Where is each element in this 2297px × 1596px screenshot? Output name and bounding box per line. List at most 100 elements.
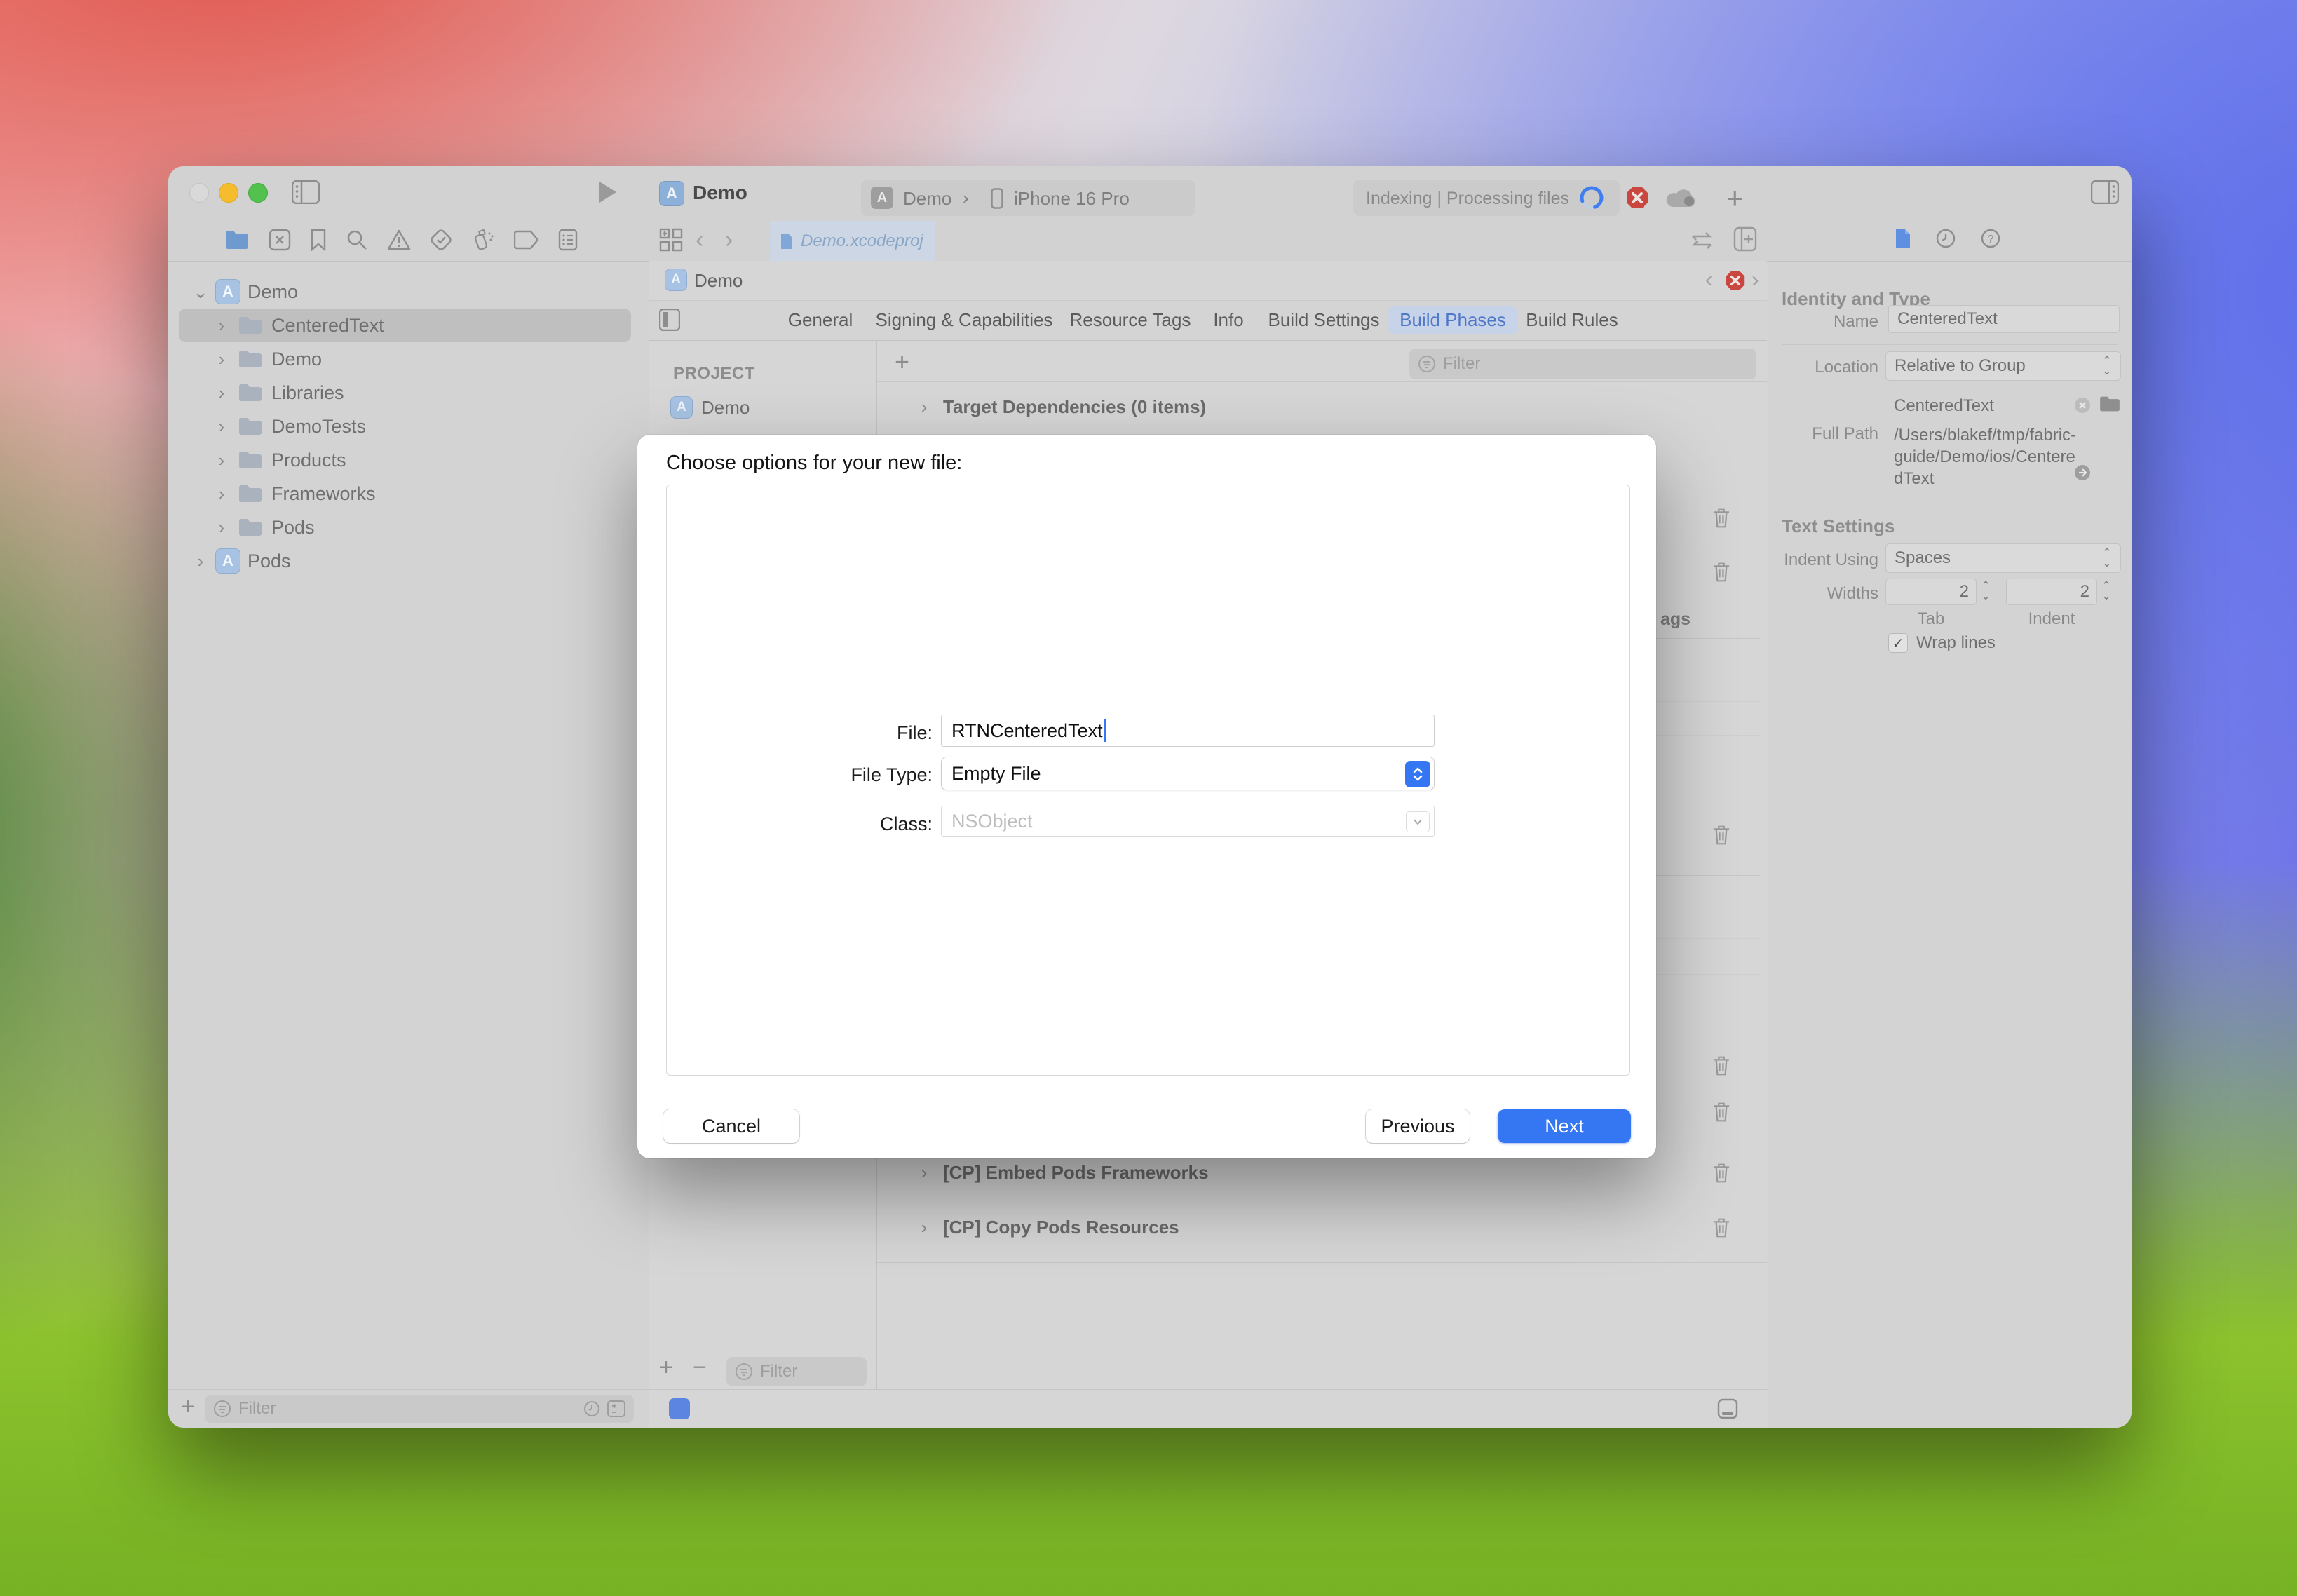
navigator-tab-issues-icon[interactable] <box>387 229 411 251</box>
wrap-lines-checkbox[interactable]: ✓ <box>1888 633 1908 653</box>
targets-filter-field[interactable]: Filter <box>726 1357 867 1386</box>
clear-location-icon[interactable] <box>2073 396 2092 414</box>
navigator-tab-bookmarks-icon[interactable] <box>310 229 327 251</box>
disclosure-icon[interactable]: › <box>191 550 210 572</box>
phase-target-dependencies[interactable]: › Target Dependencies (0 items) <box>915 396 1206 418</box>
choose-folder-icon[interactable] <box>2099 395 2121 413</box>
navigator-tab-files-icon[interactable] <box>224 229 250 251</box>
tab-width-stepper[interactable]: ⌃⌄ <box>1981 581 1991 601</box>
delete-phase-icon[interactable] <box>1711 507 1732 529</box>
location-popup[interactable]: Relative to Group ⌃⌄ <box>1885 351 2121 381</box>
navigator-tab-breakpoints-icon[interactable] <box>514 230 539 250</box>
remove-target-minus-icon[interactable]: − <box>693 1354 707 1381</box>
disclosure-icon[interactable]: ⌄ <box>191 281 210 303</box>
recent-files-clock-icon[interactable] <box>583 1400 600 1417</box>
sidebar-item-libraries[interactable]: › Libraries <box>212 376 344 410</box>
disclosure-icon[interactable]: › <box>915 396 933 418</box>
file-name-input[interactable]: RTNCenteredText <box>941 715 1435 747</box>
sidebar-item-pods-group[interactable]: › Pods <box>212 510 315 544</box>
swap-editors-icon[interactable] <box>1688 231 1715 250</box>
delete-phase-icon[interactable] <box>1711 824 1732 846</box>
add-item-plus-icon[interactable]: + <box>181 1393 195 1421</box>
jumpbar-title[interactable]: Demo <box>694 270 743 292</box>
jumpbar-error-badge-icon[interactable] <box>1725 270 1746 291</box>
editor-sidebar-toggle-icon[interactable] <box>659 309 680 331</box>
sidebar-toggle-icon[interactable] <box>292 180 320 204</box>
sidebar-item-demo-group[interactable]: › Demo <box>212 342 322 376</box>
file-type-popup[interactable]: Empty File <box>941 757 1435 790</box>
error-badge-icon[interactable] <box>1625 186 1649 210</box>
navigator-tab-sourcecontrol-icon[interactable] <box>269 229 291 251</box>
forward-chevron-icon[interactable]: › <box>725 226 733 254</box>
adjust-editor-icon[interactable] <box>1717 1398 1738 1419</box>
next-button[interactable]: Next <box>1498 1109 1631 1143</box>
tab-signing-capabilities[interactable]: Signing & Capabilities <box>876 309 1053 331</box>
delete-phase-icon[interactable] <box>1711 561 1732 583</box>
sidebar-item-products[interactable]: › Products <box>212 443 346 477</box>
zoom-button[interactable] <box>248 183 268 203</box>
sidebar-item-demo-project[interactable]: ⌄ A Demo <box>191 275 298 309</box>
tab-general[interactable]: General <box>788 309 853 331</box>
scheme-selector[interactable]: A Demo › iPhone 16 Pro <box>861 180 1195 216</box>
navigator-tab-tests-icon[interactable] <box>430 229 452 251</box>
sidebar-item-frameworks[interactable]: › Frameworks <box>212 477 376 510</box>
phase-copy-pods[interactable]: › [CP] Copy Pods Resources <box>915 1217 1179 1238</box>
navigator-tab-reports-icon[interactable] <box>558 229 578 251</box>
phase-embed-pods[interactable]: › [CP] Embed Pods Frameworks <box>915 1162 1209 1184</box>
jumpbar-forward-icon[interactable]: › <box>1751 266 1759 292</box>
disclosure-icon[interactable]: › <box>915 1162 933 1184</box>
add-build-phase-icon[interactable]: + <box>895 347 909 377</box>
tab-width-field[interactable]: 2 <box>1885 579 1977 605</box>
add-editor-plus-icon[interactable]: + <box>1726 182 1744 215</box>
navigator-filter-field[interactable]: Filter <box>205 1395 634 1423</box>
sidebar-item-demotests[interactable]: › DemoTests <box>212 410 366 443</box>
disclosure-icon[interactable]: › <box>212 382 231 404</box>
disclosure-icon[interactable]: › <box>212 349 231 370</box>
disclosure-icon[interactable]: › <box>212 416 231 438</box>
editor-tab[interactable]: Demo.xcodeproj <box>770 221 935 261</box>
tab-build-settings[interactable]: Build Settings <box>1268 309 1380 331</box>
delete-phase-icon[interactable] <box>1711 1101 1732 1123</box>
jumpbar-back-icon[interactable]: ‹ <box>1705 266 1713 292</box>
project-indicator-icon[interactable] <box>669 1398 690 1419</box>
indent-width-field[interactable]: 2 <box>2006 579 2097 605</box>
run-button[interactable] <box>597 180 618 204</box>
plus-minus-filter-icon[interactable] <box>607 1400 625 1417</box>
open-path-arrow-icon[interactable] <box>2073 464 2092 482</box>
tab-resource-tags[interactable]: Resource Tags <box>1070 309 1191 331</box>
delete-phase-icon[interactable] <box>1711 1055 1732 1077</box>
add-editor-split-icon[interactable] <box>1733 226 1757 252</box>
minimize-button[interactable] <box>219 183 238 203</box>
disclosure-icon[interactable]: › <box>212 449 231 471</box>
close-button[interactable] <box>189 183 209 203</box>
project-item-demo[interactable]: A Demo <box>670 396 750 419</box>
inspector-tab-file-icon[interactable] <box>1895 228 1911 249</box>
navigator-tab-search-icon[interactable] <box>346 229 368 251</box>
phases-filter-field[interactable]: Filter <box>1409 349 1756 379</box>
inspector-toggle-icon[interactable] <box>2091 180 2119 204</box>
tab-info[interactable]: Info <box>1213 309 1243 331</box>
tab-build-phases[interactable]: Build Phases <box>1388 306 1517 334</box>
disclosure-icon[interactable]: › <box>212 517 231 539</box>
wrap-lines-control[interactable]: ✓ Wrap lines <box>1888 633 1996 653</box>
inspector-tab-history-icon[interactable] <box>1935 228 1956 249</box>
sidebar-item-pods-project[interactable]: › A Pods <box>191 544 291 578</box>
delete-phase-icon[interactable] <box>1711 1162 1732 1184</box>
previous-button[interactable]: Previous <box>1366 1109 1470 1143</box>
indent-width-stepper[interactable]: ⌃⌄ <box>2101 581 2111 601</box>
indent-using-popup[interactable]: Spaces ⌃⌄ <box>1885 543 2121 573</box>
inspector-tab-help-icon[interactable]: ? <box>1980 228 2001 249</box>
class-combo[interactable]: NSObject <box>941 806 1435 837</box>
delete-phase-icon[interactable] <box>1711 1217 1732 1239</box>
disclosure-icon[interactable]: › <box>212 315 231 337</box>
disclosure-icon[interactable]: › <box>915 1217 933 1238</box>
disclosure-icon[interactable]: › <box>212 483 231 505</box>
add-target-plus-icon[interactable]: + <box>659 1354 673 1381</box>
related-items-icon[interactable] <box>659 228 683 252</box>
tab-build-rules[interactable]: Build Rules <box>1526 309 1618 331</box>
navigator-tab-debug-icon[interactable] <box>471 228 495 252</box>
cancel-button[interactable]: Cancel <box>663 1109 799 1143</box>
back-chevron-icon[interactable]: ‹ <box>696 226 703 254</box>
name-field[interactable]: CenteredText <box>1888 305 2120 333</box>
sidebar-item-centeredtext[interactable]: › CenteredText <box>212 309 384 342</box>
